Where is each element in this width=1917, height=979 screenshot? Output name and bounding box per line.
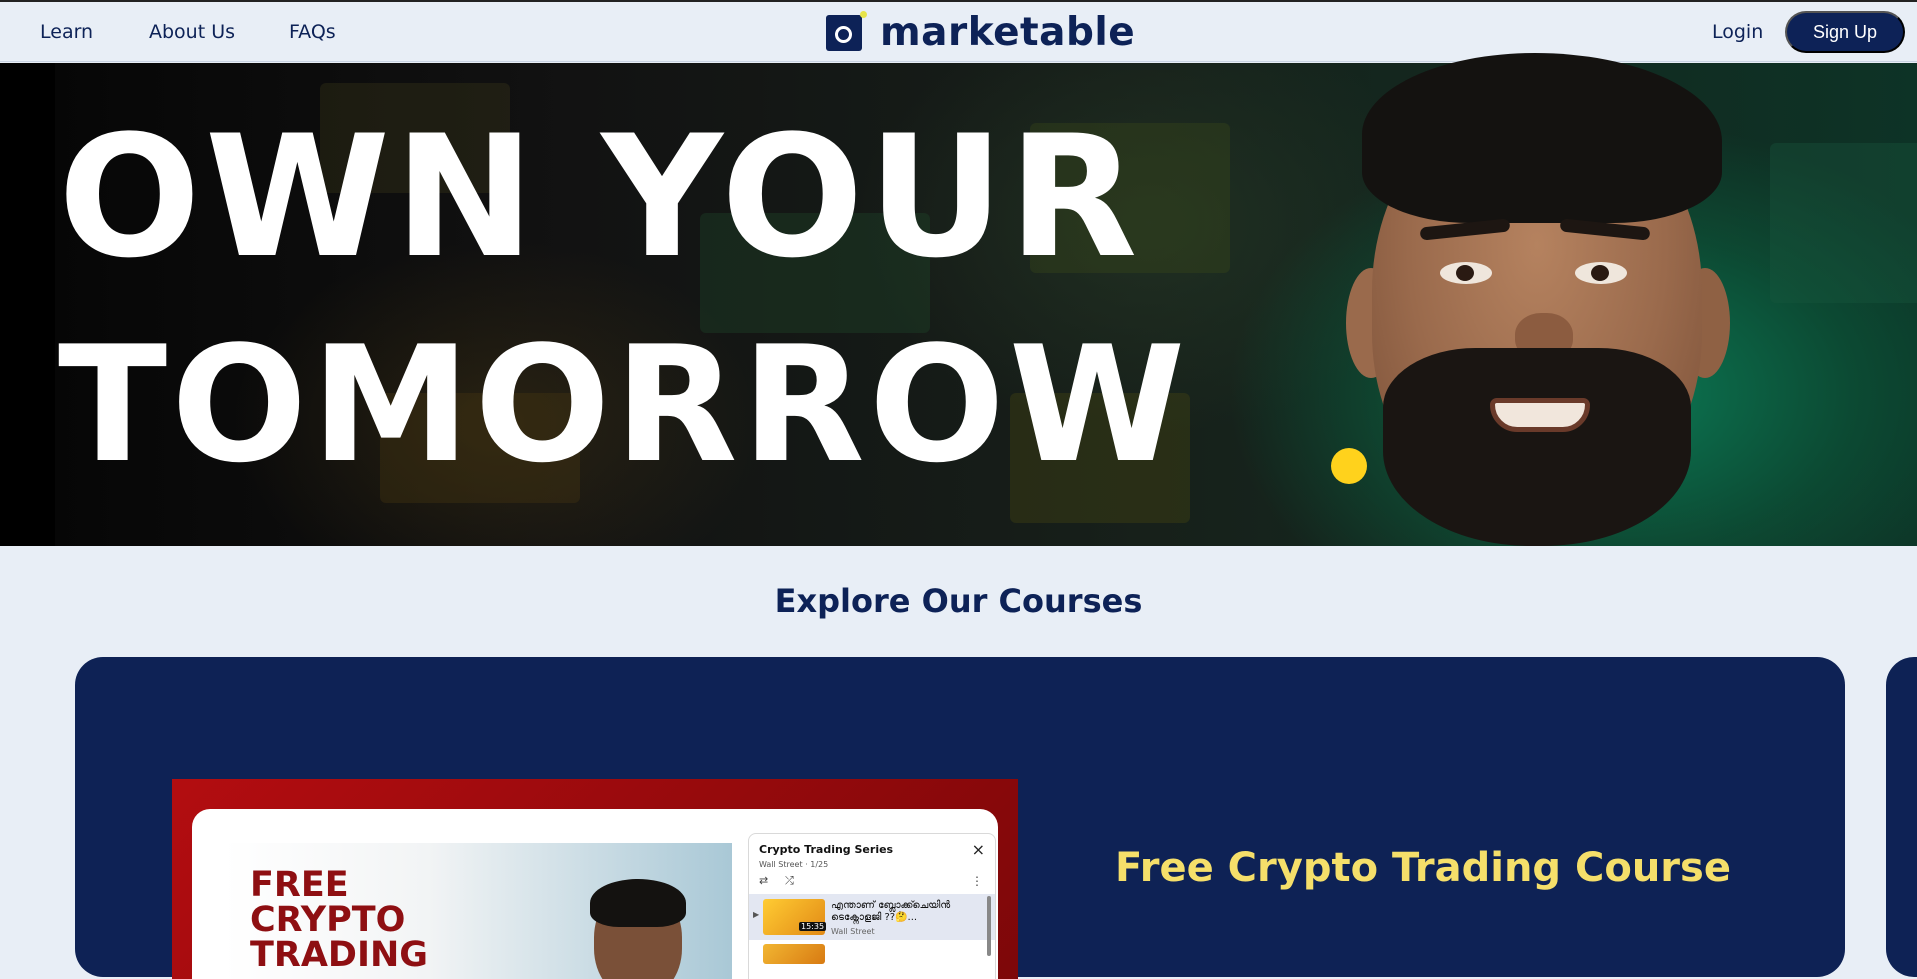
shuffle-icon[interactable]: ⤮	[785, 874, 794, 888]
thumbnail-title: FREE CRYPTO TRADING	[250, 865, 429, 975]
hero-left-strip	[0, 63, 55, 546]
nav-about-link[interactable]: About Us	[149, 21, 235, 43]
logo-mark-icon	[826, 11, 867, 51]
course-title[interactable]: Free Crypto Trading Course	[1115, 845, 1731, 891]
playlist-scrollbar[interactable]	[987, 896, 991, 956]
logo-wordmark: marketable	[880, 10, 1136, 55]
top-navbar: Learn About Us FAQs marketable Login Sig…	[0, 2, 1917, 62]
sign-up-button[interactable]: Sign Up	[1785, 11, 1905, 53]
playlist-item-title: എന്താണ് ബ്ലോക്ക്ചെയിൻ ടെക്നോളജി ??🤔...	[831, 900, 951, 923]
play-indicator-icon: ▶	[753, 910, 760, 919]
thumbnail-panel: FREE CRYPTO TRADING Crypto Trading Serie…	[192, 809, 998, 979]
hero-headline-line-2: TOMORROW	[58, 311, 1190, 498]
playlist-item-thumbnail[interactable]	[763, 944, 825, 964]
close-icon[interactable]: ×	[972, 840, 985, 859]
next-course-card-peek[interactable]	[1886, 657, 1917, 977]
playlist-item-duration: 15:35	[799, 922, 827, 931]
marketable-logo[interactable]: marketable	[826, 10, 1136, 55]
playlist-title: Crypto Trading Series	[759, 843, 894, 856]
nav-faqs-link[interactable]: FAQs	[289, 21, 336, 43]
loop-icon[interactable]: ⇄	[759, 874, 768, 887]
hero-accent-dot	[1331, 448, 1367, 484]
section-title: Explore Our Courses	[774, 582, 1143, 620]
playlist-panel: Crypto Trading Series Wall Street · 1/25…	[748, 833, 996, 979]
playlist-subtitle: Wall Street · 1/25	[759, 860, 829, 869]
playlist-item-channel: Wall Street	[831, 927, 875, 936]
login-link[interactable]: Login	[1712, 21, 1763, 43]
collage-thumbnail	[1770, 143, 1917, 303]
course-thumbnail[interactable]: FREE CRYPTO TRADING Crypto Trading Serie…	[172, 779, 1018, 979]
hero-headline-line-1: OWN YOUR	[58, 99, 1142, 295]
more-options-icon[interactable]: ⋮	[971, 874, 983, 888]
nav-learn-link[interactable]: Learn	[40, 21, 93, 43]
playlist-item[interactable]: ▶ 15:35 എന്താണ് ബ്ലോക്ക്ചെയിൻ ടെക്നോളജി …	[749, 894, 995, 940]
